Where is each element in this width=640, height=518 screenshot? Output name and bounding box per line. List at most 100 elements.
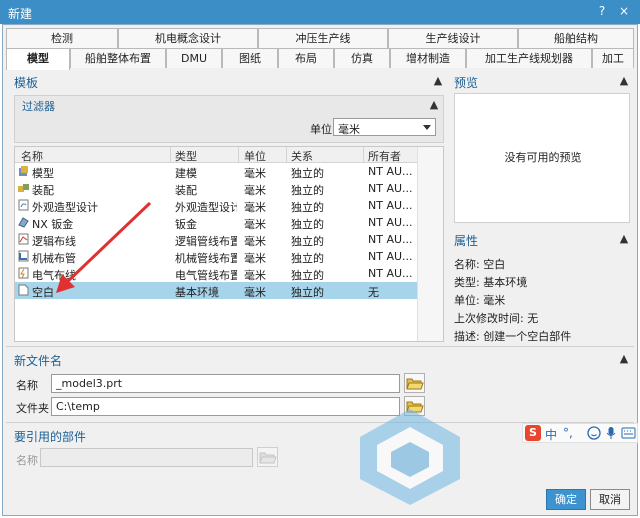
column-divider [286,147,287,163]
tab-drawing[interactable]: 图纸 [222,48,278,68]
row-unit: 毫米 [244,252,266,265]
filter-label[interactable]: 过滤器 [22,98,55,114]
row-unit: 毫米 [244,269,266,282]
row-owner: NT AU... [368,182,413,195]
ime-language-label[interactable]: 中 [545,426,557,443]
help-icon[interactable]: ? [594,3,610,19]
tab-dmu[interactable]: DMU [166,48,222,68]
row-type: 装配 [175,184,197,197]
row-owner: NT AU... [368,250,413,263]
column-divider [363,147,364,163]
window-title: 新建 [8,7,33,21]
preview-empty-text: 没有可用的预览 [504,151,582,164]
tab-line-design[interactable]: 生产线设计 [388,28,518,48]
row-type: 钣金 [175,218,197,231]
column-divider [238,147,239,163]
column-header-type[interactable]: 类型 [175,148,197,164]
row-name: 电气布线 [32,269,76,282]
blank-icon [18,284,29,296]
table-header: 名称 类型 单位 关系 所有者 [15,147,417,163]
row-type: 建模 [175,167,197,180]
folder-input[interactable]: C:\temp [51,397,400,416]
close-icon[interactable]: × [616,3,632,19]
tab-machining-line-planner[interactable]: 加工生产线规划器 [466,48,592,68]
table-row[interactable]: NX 钣金 钣金 毫米 独立的 NT AU... [15,214,417,231]
table-row-selected[interactable]: 空白 基本环境 毫米 独立的 无 [15,282,417,299]
unit-select-value: 毫米 [338,123,360,136]
table-row[interactable]: 机械布管 机械管线布置 毫米 独立的 NT AU... [15,248,417,265]
row-relation: 独立的 [291,184,324,197]
column-divider [170,147,171,163]
row-owner: NT AU... [368,199,413,212]
microphone-icon[interactable] [605,426,617,440]
tab-simulation[interactable]: 仿真 [334,48,390,68]
reference-part-title: 要引用的部件 [14,430,87,444]
property-label: 描述: [454,330,480,343]
row-type: 外观造型设计 [175,201,237,214]
row-unit: 毫米 [244,184,266,197]
chevron-up-icon[interactable]: ▲ [618,75,630,87]
emoji-icon[interactable] [587,426,601,440]
column-header-name[interactable]: 名称 [21,148,43,164]
templates-header[interactable]: 模板 ▲ [14,72,444,91]
browse-name-button[interactable] [404,373,425,393]
tab-additive[interactable]: 增材制造 [390,48,466,68]
tab-row-bottom: 模型 船舶整体布置 DMU 图纸 布局 仿真 增材制造 加工生产线规划器 加工 [6,48,634,70]
table-row[interactable]: 装配 装配 毫米 独立的 NT AU... [15,180,417,197]
shape-studio-icon [18,199,29,211]
column-header-relation[interactable]: 关系 [291,148,313,164]
ok-button[interactable]: 确定 [546,489,586,510]
row-unit: 毫米 [244,286,266,299]
column-header-unit[interactable]: 单位 [244,148,266,164]
unit-select[interactable]: 毫米 [333,118,436,136]
properties-header[interactable]: 属性 ▲ [454,230,630,249]
new-file-header[interactable]: 新文件名 ▲ [14,350,630,369]
filter-panel: 过滤器 ▲ 单位 毫米 [14,95,444,143]
title-bar: 新建 ? × [0,0,640,24]
row-type: 机械管线布置 [175,252,237,265]
tab-inspection[interactable]: 检测 [6,28,118,48]
ime-toolbar[interactable]: S 中 °, [522,423,638,443]
tab-ship-structure[interactable]: 船舶结构 [518,28,634,48]
file-name-input[interactable]: _model3.prt [51,374,400,393]
row-unit: 毫米 [244,167,266,180]
reference-name-input[interactable] [40,448,253,467]
chevron-up-icon[interactable]: ▲ [618,233,630,245]
chevron-up-icon[interactable]: ▲ [432,75,444,87]
mechanical-routing-icon [18,250,29,262]
row-relation: 独立的 [291,235,324,248]
ime-punctuation-label[interactable]: °, [563,426,573,440]
tab-press-line[interactable]: 冲压生产线 [258,28,388,48]
property-last-modified: 上次修改时间: 无 [454,310,538,326]
preview-header[interactable]: 预览 ▲ [454,72,630,91]
tab-mechatronics[interactable]: 机电概念设计 [118,28,258,48]
chevron-up-icon[interactable]: ▲ [428,99,440,111]
watermark-logo [360,409,460,505]
tab-row-top: 检测 机电概念设计 冲压生产线 生产线设计 船舶结构 [6,28,634,48]
keyboard-icon[interactable] [621,427,636,439]
tab-layout[interactable]: 布局 [278,48,334,68]
property-value: 基本环境 [483,276,528,289]
table-row[interactable]: 外观造型设计 外观造型设计 毫米 独立的 NT AU... [15,197,417,214]
property-value: 毫米 [483,294,506,307]
name-label: 名称 [16,379,38,392]
property-type: 类型: 基本环境 [454,274,527,290]
table-scrollbar[interactable] [417,147,443,341]
tab-model[interactable]: 模型 [6,48,70,70]
table-row[interactable]: 逻辑布线 逻辑管线布置 毫米 独立的 NT AU... [15,231,417,248]
folder-label: 文件夹 [16,402,49,415]
sheet-metal-icon [18,217,29,228]
tab-ship-layout[interactable]: 船舶整体布置 [70,48,166,68]
row-owner: 无 [368,286,379,299]
table-row[interactable]: 电气布线 电气管线布置 毫米 独立的 NT AU... [15,265,417,282]
column-header-owner[interactable]: 所有者 [368,148,401,164]
chevron-up-icon[interactable]: ▲ [618,353,630,365]
table-row[interactable]: 模型 建模 毫米 独立的 NT AU... [15,163,417,180]
row-type: 逻辑管线布置 [175,235,237,248]
browse-reference-button[interactable] [257,447,278,467]
folder-icon [259,452,277,464]
tab-manufacturing[interactable]: 加工 [592,48,634,68]
cancel-button[interactable]: 取消 [590,489,630,510]
row-relation: 独立的 [291,286,324,299]
properties-title: 属性 [454,234,479,248]
